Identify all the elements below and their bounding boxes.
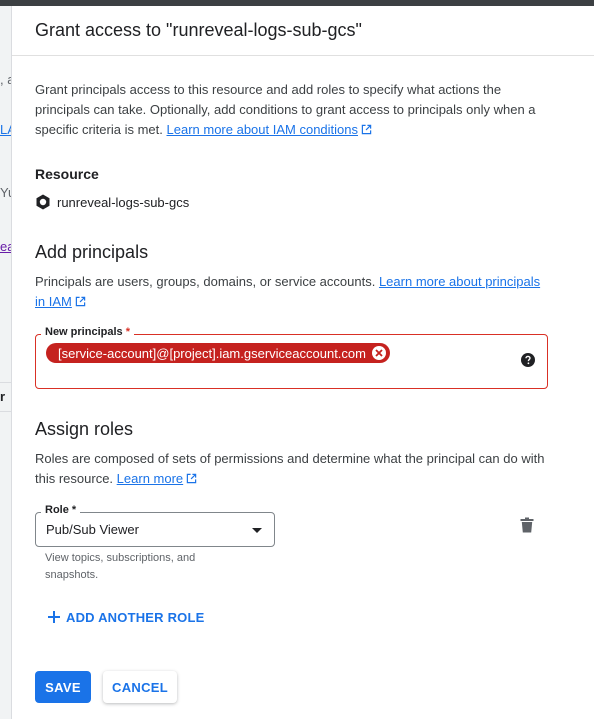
assign-roles-heading: Assign roles [35, 419, 134, 439]
plus-icon [48, 611, 60, 623]
background-page: , a LA Yu eal r [0, 6, 12, 719]
panel-header: Grant access to "runreveal-logs-sub-gcs" [12, 6, 594, 56]
resource-heading: Resource [35, 166, 99, 182]
cancel-button-label: CANCEL [112, 679, 168, 695]
new-principals-label: New principals * [41, 326, 134, 338]
add-another-role-button[interactable]: ADD ANOTHER ROLE [48, 608, 205, 626]
pubsub-icon [36, 194, 50, 210]
principal-chip-value: [service-account]@[project].iam.gservice… [58, 345, 366, 361]
roles-learn-link[interactable]: Learn more [117, 471, 183, 486]
dropdown-arrow-icon [252, 528, 262, 533]
save-button[interactable]: SAVE [35, 671, 91, 703]
background-divider [0, 411, 11, 412]
intro-description: Grant principals access to this resource… [35, 80, 550, 140]
background-text: r [0, 389, 6, 404]
resource-name: runreveal-logs-sub-gcs [57, 194, 190, 210]
background-link: eal [0, 239, 11, 254]
role-label: Role * [41, 504, 81, 516]
role-select-value: Pub/Sub Viewer [46, 522, 139, 537]
background-link: LA [0, 122, 11, 137]
role-label-text: Role [45, 504, 69, 516]
trash-icon[interactable] [520, 517, 534, 533]
background-divider [0, 382, 11, 383]
background-text: Yu [0, 185, 11, 200]
principals-description: Principals are users, groups, domains, o… [35, 272, 550, 312]
iam-conditions-link[interactable]: Learn more about IAM conditions [167, 122, 359, 137]
close-icon [375, 349, 383, 357]
external-link-icon [361, 124, 372, 135]
panel-title: Grant access to "runreveal-logs-sub-gcs" [35, 20, 362, 40]
save-button-label: SAVE [45, 679, 81, 695]
roles-text: Roles are composed of sets of permission… [35, 451, 545, 486]
help-icon[interactable] [521, 353, 535, 367]
external-link-icon [186, 473, 197, 484]
add-principals-heading: Add principals [35, 242, 149, 262]
new-principals-label-text: New principals [45, 326, 123, 338]
resource-row: runreveal-logs-sub-gcs [35, 194, 189, 210]
remove-chip-icon[interactable] [371, 346, 386, 360]
external-link-icon [75, 296, 86, 307]
required-mark: * [71, 504, 77, 516]
principals-text: Principals are users, groups, domains, o… [35, 274, 376, 289]
role-select[interactable]: Pub/Sub Viewer [35, 512, 275, 547]
role-hint: View topics, subscriptions, and snapshot… [45, 552, 196, 581]
background-text: , a [0, 72, 11, 87]
add-another-role-label: ADD ANOTHER ROLE [66, 609, 205, 625]
new-principals-field[interactable]: [service-account]@[project].iam.gservice… [35, 334, 548, 389]
roles-description: Roles are composed of sets of permission… [35, 449, 550, 489]
grant-access-panel: Grant access to "runreveal-logs-sub-gcs"… [12, 6, 594, 719]
principal-chip[interactable]: [service-account]@[project].iam.gservice… [46, 343, 390, 363]
required-mark: * [125, 326, 130, 338]
cancel-button[interactable]: CANCEL [103, 671, 177, 703]
